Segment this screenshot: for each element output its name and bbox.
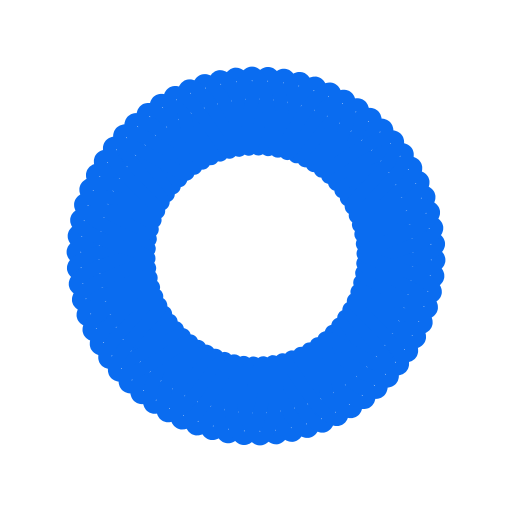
rosette-logo-icon: [66, 66, 446, 446]
logo-canvas: [0, 0, 512, 512]
logo-strands: [66, 66, 446, 446]
